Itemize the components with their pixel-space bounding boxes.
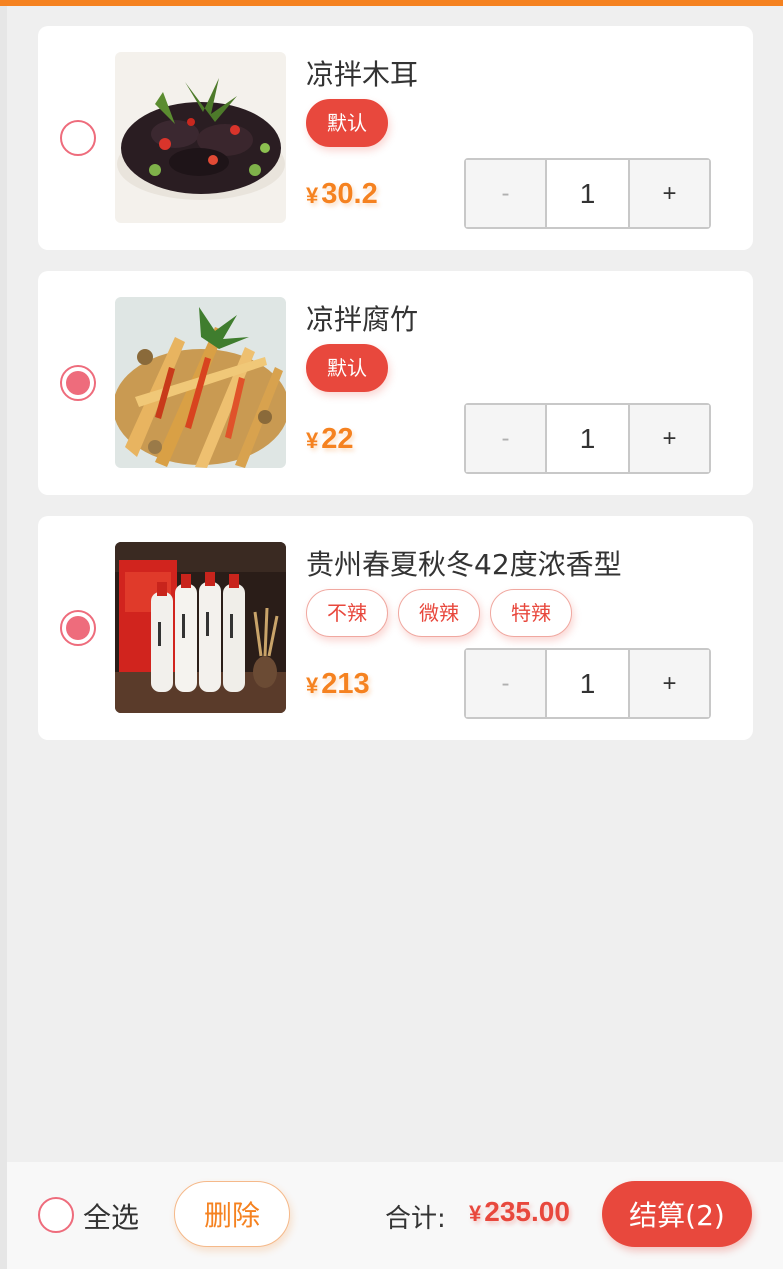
total-price: ¥235.00	[469, 1196, 570, 1228]
currency-symbol: ¥	[469, 1201, 482, 1226]
price-value: 213	[321, 668, 370, 700]
currency-symbol: ¥	[306, 183, 319, 208]
quantity-stepper: - 1 +	[464, 648, 711, 719]
spec-tag[interactable]: 特辣	[490, 589, 572, 637]
quantity-stepper: - 1 +	[464, 403, 711, 474]
decrease-button[interactable]: -	[466, 160, 547, 227]
quantity-value[interactable]: 1	[547, 160, 628, 227]
select-all-radio[interactable]	[38, 1197, 74, 1233]
spec-tag[interactable]: 默认	[306, 99, 388, 147]
total-label: 合计:	[385, 1204, 446, 1234]
left-edge-strip	[0, 6, 7, 1269]
product-title[interactable]: 凉拌木耳	[306, 53, 418, 93]
spec-tag[interactable]: 默认	[306, 344, 388, 392]
top-accent-bar	[0, 0, 783, 6]
cart-item: 贵州春夏秋冬42度浓香型 不辣 微辣 特辣 ¥213 - 1 +	[38, 516, 753, 740]
cart-item: 凉拌腐竹 默认 ¥22 - 1 +	[38, 271, 753, 495]
decrease-button[interactable]: -	[466, 650, 547, 717]
product-title[interactable]: 贵州春夏秋冬42度浓香型	[306, 543, 622, 583]
item-select-radio[interactable]	[60, 610, 96, 646]
product-price: ¥30.2	[306, 178, 378, 211]
increase-button[interactable]: +	[628, 160, 709, 227]
product-image-liquor-set[interactable]	[115, 542, 286, 713]
total-price-value: 235.00	[484, 1196, 570, 1227]
select-all-label[interactable]: 全选	[83, 1196, 139, 1236]
spec-tags: 默认	[306, 99, 388, 147]
increase-button[interactable]: +	[628, 650, 709, 717]
cart-item: 凉拌木耳 默认 ¥30.2 - 1 +	[38, 26, 753, 250]
product-image-tofu-skin[interactable]	[115, 297, 286, 468]
spec-tag[interactable]: 微辣	[398, 589, 480, 637]
quantity-stepper: - 1 +	[464, 158, 711, 229]
decrease-button[interactable]: -	[466, 405, 547, 472]
quantity-value[interactable]: 1	[547, 405, 628, 472]
price-value: 30.2	[321, 178, 378, 210]
quantity-value[interactable]: 1	[547, 650, 628, 717]
checkout-button[interactable]: 结算(2)	[602, 1181, 752, 1247]
currency-symbol: ¥	[306, 428, 319, 453]
item-select-radio[interactable]	[60, 365, 96, 401]
price-value: 22	[321, 423, 354, 455]
item-select-radio[interactable]	[60, 120, 96, 156]
checkout-bar: 全选 删除 合计: ¥235.00 结算(2)	[7, 1162, 783, 1269]
product-price: ¥213	[306, 668, 370, 701]
product-price: ¥22	[306, 423, 354, 456]
spec-tags: 默认	[306, 344, 388, 392]
spec-tags: 不辣 微辣 特辣	[306, 589, 572, 637]
product-image-fungus[interactable]	[115, 52, 286, 223]
spec-tag[interactable]: 不辣	[306, 589, 388, 637]
increase-button[interactable]: +	[628, 405, 709, 472]
product-title[interactable]: 凉拌腐竹	[306, 298, 418, 338]
delete-button[interactable]: 删除	[174, 1181, 290, 1247]
currency-symbol: ¥	[306, 673, 319, 698]
